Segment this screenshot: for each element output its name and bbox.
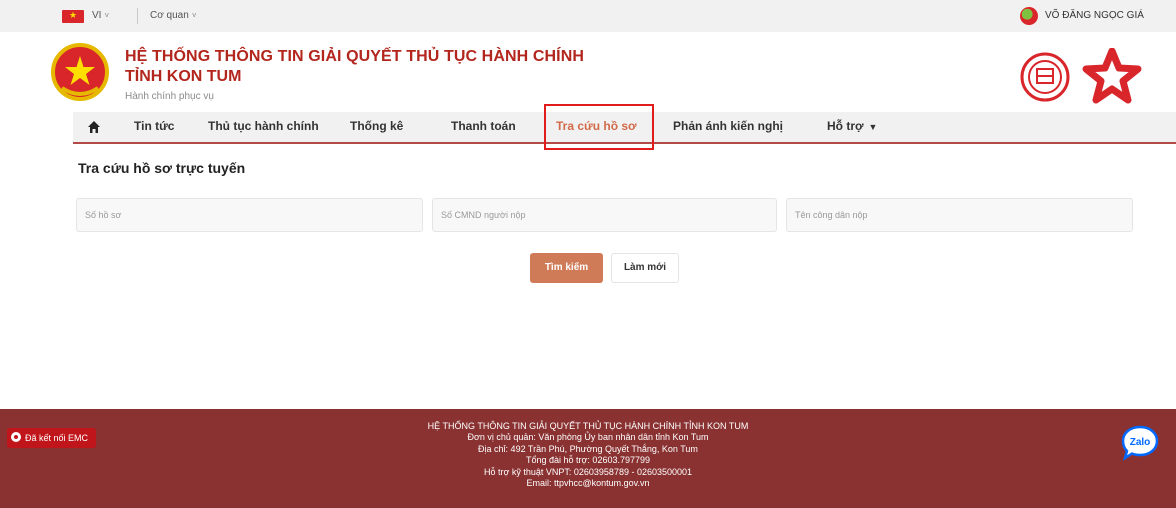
- id-number-placeholder: Số CMND người nộp: [441, 210, 526, 220]
- system-title-line2: TỈNH KON TUM: [125, 68, 242, 85]
- user-name[interactable]: VÕ ĐĂNG NGỌC GIÁ: [1045, 10, 1144, 21]
- nav-item-payment[interactable]: Thanh toán: [451, 119, 516, 133]
- zalo-label: Zalo: [1130, 437, 1151, 448]
- chevron-down-icon: ˅: [104, 11, 110, 20]
- system-title-line1: HỆ THỐNG THÔNG TIN GIẢI QUYẾT THỦ TỤC HÀ…: [125, 48, 585, 65]
- page-title: Tra cứu hồ sơ trực tuyến: [78, 160, 246, 176]
- national-emblem-icon: [51, 43, 109, 101]
- agency-selector[interactable]: Cơ quan ˅: [150, 10, 196, 21]
- footer-address: Địa chỉ: 492 Trần Phú, Phường Quyết Thắn…: [478, 443, 698, 454]
- footer-info: HỆ THỐNG THÔNG TIN GIẢI QUYẾT THỦ TỤC HÀ…: [0, 421, 1176, 489]
- footer-managing-unit: Đơn vị chủ quản: Văn phòng Ủy ban nhân d…: [467, 432, 709, 443]
- search-button[interactable]: Tìm kiếm: [530, 253, 603, 283]
- nav-item-statistics[interactable]: Thống kê: [350, 119, 403, 133]
- top-utility-bar: ★ VI ˅ Cơ quan ˅ VÕ ĐĂNG NGỌC GIÁ: [0, 0, 1176, 32]
- zalo-chat-icon[interactable]: Zalo: [1120, 424, 1160, 462]
- dossier-number-input[interactable]: Số hồ sơ: [76, 198, 423, 232]
- dossier-number-placeholder: Số hồ sơ: [85, 210, 122, 220]
- footer: Đã kết nối EMC HỆ THỐNG THÔNG TIN GIẢI Q…: [0, 409, 1176, 508]
- language-selector[interactable]: VI ˅: [92, 10, 109, 21]
- chevron-down-icon: ˅: [191, 11, 197, 20]
- id-number-input[interactable]: Số CMND người nộp: [432, 198, 777, 232]
- slogan: Hành chính phục vụ: [125, 91, 214, 102]
- vietnam-flag-icon[interactable]: ★: [62, 10, 84, 23]
- agency-label: Cơ quan: [150, 10, 189, 21]
- active-tab-highlight: [544, 104, 654, 150]
- one-stop-shop-logo-icon: [1020, 52, 1070, 102]
- nav-item-feedback[interactable]: Phản ánh kiến nghị: [673, 119, 783, 133]
- divider: [137, 8, 138, 24]
- applicant-name-placeholder: Tên công dân nộp: [795, 210, 868, 220]
- footer-system-name: HỆ THỐNG THÔNG TIN GIẢI QUYẾT THỦ TỤC HÀ…: [427, 421, 749, 431]
- home-icon[interactable]: [87, 120, 101, 134]
- caret-down-icon: ▼: [868, 122, 878, 132]
- reset-button[interactable]: Làm mới: [611, 253, 679, 283]
- public-service-star-logo-icon: [1082, 48, 1142, 104]
- footer-email: Email: ttpvhcc@kontum.gov.vn: [526, 478, 650, 489]
- footer-tech-support: Hỗ trợ kỹ thuật VNPT: 02603958789 - 0260…: [483, 466, 693, 477]
- nav-item-support-label: Hỗ trợ: [827, 119, 864, 133]
- footer-hotline: Tổng đài hỗ trợ: 02603.797799: [526, 455, 650, 466]
- language-label: VI: [92, 10, 102, 21]
- nav-item-news[interactable]: Tin tức: [134, 119, 174, 133]
- applicant-name-input[interactable]: Tên công dân nộp: [786, 198, 1133, 232]
- nav-item-support[interactable]: Hỗ trợ ▼: [827, 119, 877, 133]
- user-avatar-icon[interactable]: [1020, 7, 1038, 25]
- nav-item-procedures[interactable]: Thủ tục hành chính: [208, 119, 319, 133]
